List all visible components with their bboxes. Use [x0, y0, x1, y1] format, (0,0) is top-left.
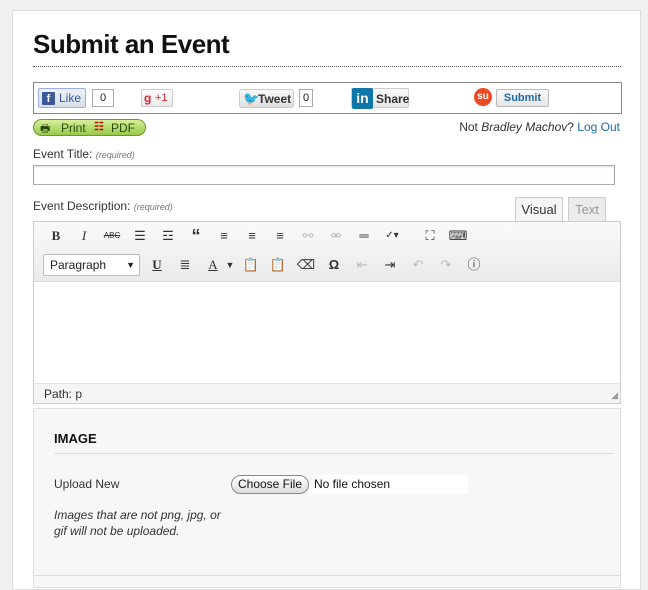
- tweet-button[interactable]: 🐦 Tweet: [239, 89, 294, 108]
- choose-file-button[interactable]: Choose File: [231, 475, 309, 494]
- text-color-dropdown-icon[interactable]: ▼: [220, 255, 240, 275]
- justify-icon[interactable]: ≣: [175, 255, 195, 275]
- image-heading: IMAGE: [54, 431, 97, 446]
- linkedin-icon: in: [352, 88, 373, 109]
- image-format-note: Images that are not png, jpg, or gif wil…: [54, 508, 221, 538]
- undo-icon[interactable]: ↶: [408, 255, 428, 275]
- spellcheck-icon[interactable]: ✓▾: [382, 226, 402, 246]
- event-title-input[interactable]: [33, 165, 615, 185]
- paste-text-icon[interactable]: 📋: [241, 255, 261, 275]
- tab-text[interactable]: Text: [568, 197, 606, 223]
- facebook-icon: f: [42, 92, 55, 105]
- page-title: Submit an Event: [33, 29, 230, 59]
- kitchen-sink-icon[interactable]: ⌨: [448, 226, 468, 246]
- editor-path-bar: Path: p: [34, 383, 620, 403]
- bullet-list-icon[interactable]: ☰: [130, 226, 150, 246]
- upload-label: Upload New: [54, 477, 120, 491]
- facebook-like-button[interactable]: f Like: [38, 88, 86, 108]
- tweet-count: 0: [299, 89, 313, 107]
- logout-link[interactable]: Log Out: [577, 120, 620, 134]
- editor-toolbar: B I ABC ☰ ☲ “ ≡ ≡ ≡ ⚯ ⚮ ═ ✓▾ ⛶ ⌨ Paragra…: [34, 222, 620, 282]
- format-select[interactable]: Paragraph ▼: [43, 254, 140, 276]
- strikethrough-icon[interactable]: ABC: [102, 226, 122, 246]
- stumbleupon-icon[interactable]: su: [474, 88, 492, 106]
- paste-word-icon[interactable]: 📋: [268, 255, 288, 275]
- section-divider: [34, 575, 620, 576]
- rich-text-editor: B I ABC ☰ ☲ “ ≡ ≡ ≡ ⚯ ⚮ ═ ✓▾ ⛶ ⌨ Paragra…: [33, 221, 621, 404]
- link-icon[interactable]: ⚯: [298, 226, 318, 246]
- like-count: 0: [92, 89, 114, 107]
- redo-icon[interactable]: ↷: [436, 255, 456, 275]
- chevron-down-icon: ▼: [126, 260, 135, 270]
- outdent-icon[interactable]: ⇤: [352, 255, 372, 275]
- unlink-icon[interactable]: ⚮: [326, 226, 346, 246]
- italic-icon[interactable]: I: [74, 226, 94, 246]
- share-bar: f Like 0 g +1 🐦 Tweet 0 in Share su Subm…: [33, 82, 622, 114]
- event-title-label: Event Title: (required): [33, 147, 135, 161]
- special-char-icon[interactable]: Ω: [324, 255, 344, 275]
- align-left-icon[interactable]: ≡: [214, 226, 234, 246]
- printer-icon: 🖶: [40, 123, 51, 135]
- stumbleupon-submit-button[interactable]: Submit: [496, 89, 549, 107]
- pdf-icon: ☷: [94, 121, 104, 133]
- underline-icon[interactable]: U: [147, 255, 167, 275]
- more-tag-icon[interactable]: ═: [354, 226, 374, 246]
- image-divider: [54, 453, 614, 454]
- print-pdf-button[interactable]: 🖶 Print ☷ PDF: [33, 119, 146, 136]
- event-description-label: Event Description: (required): [33, 199, 173, 213]
- align-center-icon[interactable]: ≡: [242, 226, 262, 246]
- google-plus-icon: g: [144, 91, 152, 105]
- linkedin-share-button[interactable]: in Share: [351, 88, 409, 109]
- user-name: Bradley Machov: [481, 120, 568, 134]
- google-plus-button[interactable]: g +1: [141, 89, 173, 107]
- resize-grip-icon[interactable]: ◢: [611, 390, 618, 401]
- indent-icon[interactable]: ⇥: [380, 255, 400, 275]
- numbered-list-icon[interactable]: ☲: [158, 226, 178, 246]
- tab-visual[interactable]: Visual: [515, 197, 563, 223]
- twitter-bird-icon: 🐦: [243, 91, 260, 106]
- page-container: Submit an Event f Like 0 g +1 🐦 Tweet 0 …: [12, 10, 641, 590]
- image-section: IMAGE Upload New Choose File No file cho…: [33, 408, 621, 588]
- title-divider: [33, 66, 621, 67]
- align-right-icon[interactable]: ≡: [270, 226, 290, 246]
- blockquote-icon[interactable]: “: [186, 226, 206, 246]
- bold-icon[interactable]: B: [46, 226, 66, 246]
- help-icon[interactable]: ⓘ: [464, 255, 484, 275]
- fullscreen-icon[interactable]: ⛶: [420, 226, 440, 246]
- clear-format-icon[interactable]: ⌫: [296, 255, 316, 275]
- user-status: Not Bradley Machov? Log Out: [459, 120, 620, 134]
- editor-content-area[interactable]: [34, 283, 620, 383]
- file-status: No file chosen: [312, 475, 468, 494]
